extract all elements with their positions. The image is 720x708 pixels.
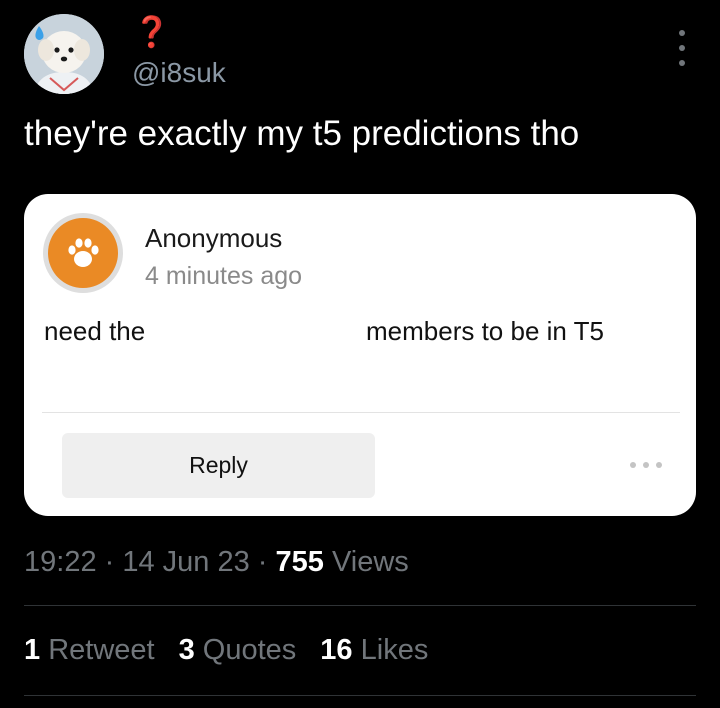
user-avatar[interactable] (24, 14, 104, 94)
tweet-date[interactable]: 14 Jun 23 (122, 546, 249, 578)
divider (24, 605, 696, 606)
card-divider (42, 412, 680, 413)
views-count: 755 (275, 546, 324, 578)
card-message-start: need the (44, 316, 146, 346)
paw-icon (68, 238, 99, 267)
user-handle[interactable]: @i8suk (132, 56, 226, 90)
quotes-count: 3 (178, 634, 195, 666)
divider (24, 695, 696, 696)
reply-button[interactable]: Reply (62, 433, 375, 498)
views-label: Views (323, 546, 409, 578)
dog-avatar-image (24, 14, 104, 94)
more-vertical-icon[interactable] (676, 30, 688, 66)
retweets-stat[interactable]: 1 Retweet (24, 632, 155, 668)
likes-count: 16 (320, 634, 353, 666)
display-name[interactable]: ❓ (133, 16, 170, 50)
likes-stat[interactable]: 16 Likes (320, 632, 428, 668)
meta-separator: · (96, 546, 123, 578)
card-message-end: members to be in T5 (366, 316, 604, 346)
tweet-text: they're exactly my t5 predictions tho (24, 114, 580, 153)
meta-separator: · (249, 546, 276, 578)
likes-label: Likes (352, 634, 429, 666)
anonymous-avatar (43, 213, 123, 293)
embedded-card: Anonymous 4 minutes ago need the members… (24, 194, 696, 516)
card-timestamp: 4 minutes ago (145, 262, 303, 290)
retweets-count: 1 (24, 634, 41, 666)
engagement-stats: 1 Retweet 3 Quotes 16 Likes (24, 632, 428, 668)
quotes-stat[interactable]: 3 Quotes (179, 632, 297, 668)
retweets-label: Retweet (40, 634, 155, 666)
card-author: Anonymous (145, 223, 283, 253)
quotes-label: Quotes (194, 634, 297, 666)
more-horizontal-icon[interactable] (630, 462, 662, 470)
tweet-time[interactable]: 19:22 (24, 546, 97, 578)
tweet-metadata: 19:22 · 14 Jun 23 · 755 Views (24, 544, 409, 580)
